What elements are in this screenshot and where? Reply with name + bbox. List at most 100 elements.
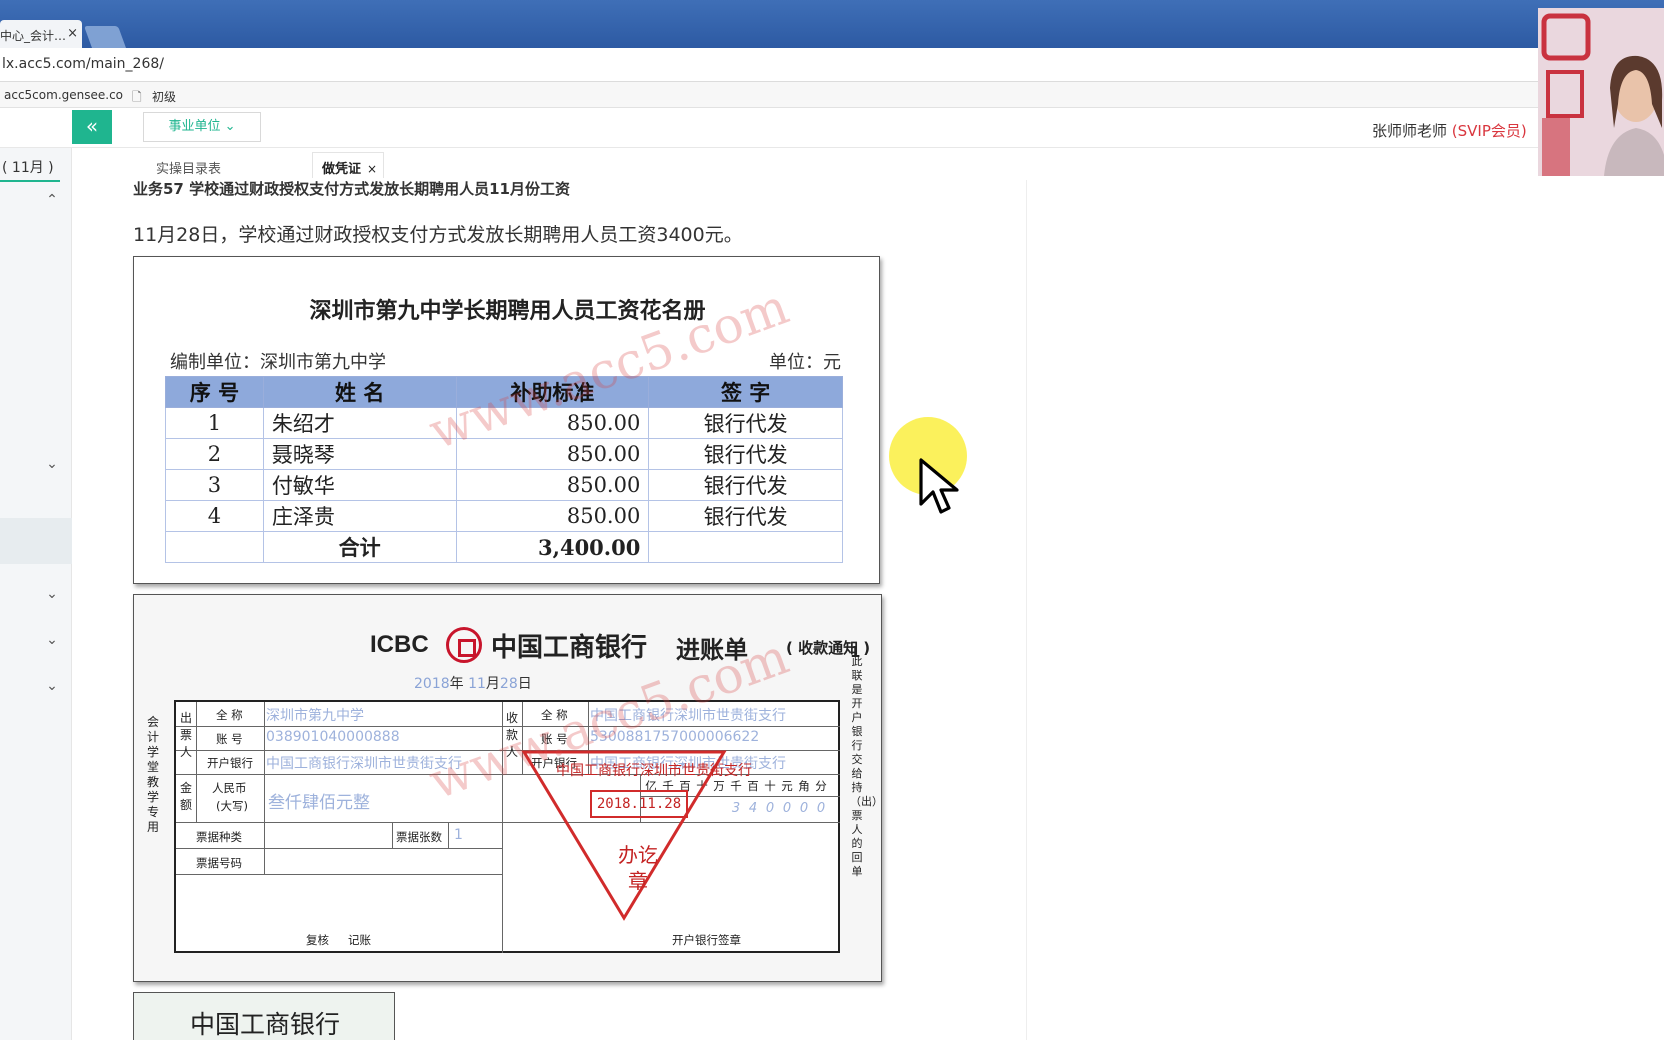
right-side-note: 此联是开户银行交给持（出）票人的回单	[850, 655, 883, 878]
row-amount: 850.00	[455, 407, 650, 439]
total-label: 合计	[262, 531, 457, 563]
slip-name: 进账单	[676, 636, 748, 664]
date-day: 28	[499, 676, 518, 692]
browser-tab[interactable]: 中心_会计… ×	[0, 20, 82, 48]
webcam-video	[1538, 8, 1664, 176]
slip-header: ICBC 中国工商银行 进账单 ( 收款通知 )	[370, 625, 870, 665]
digit-header: 分	[815, 779, 827, 793]
bill-count: 1	[454, 827, 463, 843]
digit-header: 元	[781, 779, 793, 793]
stamp-bank-name: 中国工商银行深圳市世贵街支行	[556, 763, 752, 779]
payee-account-label: 账 号	[541, 732, 568, 746]
new-tab-button[interactable]	[83, 26, 127, 48]
chevron-up-icon[interactable]: ⌃	[44, 192, 60, 208]
icbc-logo-icon	[446, 627, 482, 663]
sidebar-selected-row[interactable]	[0, 518, 72, 564]
left-sidebar: ( 11月 ) ⌃ ⌄ ⌄ ⌄ ⌄	[0, 148, 72, 1040]
tab-make-voucher-label: 做凭证	[322, 162, 362, 177]
bill-type-label: 票据种类	[196, 830, 242, 844]
payroll-title: 深圳市第九中学长期聘用人员工资花名册	[309, 299, 706, 324]
payroll-unit: 单位：元	[769, 352, 841, 373]
row-amount: 850.00	[455, 469, 650, 501]
unit-type-select[interactable]: 事业单位 ⌄	[143, 112, 261, 142]
bill-number-label: 票据号码	[196, 856, 242, 870]
chevron-down-icon[interactable]: ⌄	[44, 456, 60, 472]
collapse-sidebar-button[interactable]: «	[72, 110, 112, 144]
bookmark-gensee[interactable]: acc5com.gensee.co	[4, 88, 123, 102]
page-icon: 🗋	[132, 90, 142, 104]
payer-name: 深圳市第九中学	[266, 708, 364, 724]
amount-digit: 0	[799, 801, 809, 816]
teacher-info: 张师师老师 (SVIP会员)	[1372, 120, 1527, 141]
row-amount: 850.00	[455, 438, 650, 470]
chevron-down-icon[interactable]: ⌄	[44, 632, 60, 648]
tab-close-icon[interactable]: ×	[67, 26, 78, 41]
row-amount: 850.00	[455, 500, 650, 532]
tab-practice-catalog[interactable]: 实操目录表	[156, 158, 221, 177]
table-row: 4 庄泽贵 850.00 银行代发	[165, 500, 843, 532]
row-name: 庄泽贵	[262, 500, 457, 532]
month-label[interactable]: ( 11月 )	[0, 148, 60, 182]
row-no: 1	[165, 407, 264, 439]
vip-badge: (SVIP会员)	[1451, 122, 1527, 140]
next-document: 中国工商银行	[133, 992, 395, 1040]
col-header-no: 序 号	[165, 376, 264, 408]
next-document-title: 中国工商银行	[190, 1010, 341, 1039]
payee-account: 5300881757000006622	[590, 729, 760, 745]
task-title: 业务57 学校通过财政授权支付方式发放长期聘用人员11月份工资	[133, 180, 570, 198]
browser-tab-title: 中心_会计…	[0, 29, 67, 43]
chevron-down-icon[interactable]: ⌄	[44, 678, 60, 694]
date-year: 2018	[414, 676, 450, 692]
digit-header: 百	[747, 779, 759, 793]
bill-count-label: 票据张数	[396, 830, 442, 844]
row-name: 聂晓琴	[262, 438, 457, 470]
table-row: 3 付敏华 850.00 银行代发	[165, 469, 843, 501]
address-bar[interactable]: lx.acc5.com/main_268/	[0, 48, 1540, 82]
browser-titlebar: 中心_会计… ×	[0, 0, 1664, 48]
payee-name: 中国工商银行深圳市世贵街支行	[590, 708, 786, 724]
chevron-down-icon[interactable]: ⌄	[44, 586, 60, 602]
total-empty-cell	[165, 531, 264, 563]
row-sign: 银行代发	[648, 438, 843, 470]
slip-form: 出票人 收款人 金额 全 称 账 号 开户银行 深圳市第九中学 03890104…	[174, 700, 840, 953]
tab-make-voucher[interactable]: 做凭证 ×	[312, 152, 384, 178]
table-row: 1 朱绍才 850.00 银行代发	[165, 407, 843, 439]
url-text[interactable]: lx.acc5.com/main_268/	[2, 56, 164, 72]
review-label: 复核	[306, 933, 329, 947]
day-unit: 日	[517, 676, 532, 692]
total-row: 合计 3,400.00	[165, 531, 843, 563]
date-month: 11	[468, 676, 486, 692]
digit-header: 角	[798, 779, 810, 793]
row-no: 2	[165, 438, 264, 470]
bookmarks-bar: acc5com.gensee.co 🗋 初级	[0, 82, 1540, 108]
bank-deposit-slip: ICBC 中国工商银行 进账单 ( 收款通知 ) 1 2018年 11月28日 …	[133, 594, 883, 982]
payer-group-label: 出票人	[179, 711, 192, 759]
payee-name-label: 全 称	[541, 708, 568, 722]
row-name: 付敏华	[262, 469, 457, 501]
close-icon[interactable]: ×	[367, 162, 377, 176]
left-side-note: 会计学堂教学专用	[146, 715, 159, 834]
amount-digit: 0	[816, 801, 826, 816]
col-header-sign: 签 字	[648, 376, 843, 408]
payroll-table: 序 号 姓 名 补助标准 签 字 1 朱绍才 850.00 银行代发 2 聂晓琴…	[165, 376, 843, 563]
rmb-sub-label: (大写)	[216, 799, 248, 813]
amount-digit: 4	[748, 801, 758, 816]
record-label: 记账	[348, 933, 371, 947]
payroll-register: 深圳市第九中学长期聘用人员工资花名册 编制单位：深圳市第九中学 单位：元 序 号…	[133, 256, 880, 584]
payer-bank-label: 开户银行	[207, 756, 253, 770]
bookmark-junior[interactable]: 初级	[152, 88, 176, 105]
total-sign-cell	[648, 531, 843, 563]
row-no: 4	[165, 500, 264, 532]
payer-account: 038901040000888	[266, 729, 400, 745]
col-header-amount: 补助标准	[455, 376, 650, 408]
stamp-text: 办讫章	[618, 843, 658, 893]
payer-bank: 中国工商银行深圳市世贵街支行	[266, 756, 462, 772]
amount-digit: 0	[782, 801, 792, 816]
slip-date: 2018年 11月28日	[414, 673, 532, 693]
total-amount: 3,400.00	[455, 531, 650, 563]
row-sign: 银行代发	[648, 407, 843, 439]
content-tabs: 实操目录表 做凭证 ×	[72, 150, 1540, 180]
icbc-wordmark: ICBC	[370, 631, 429, 658]
bank-name: 中国工商银行	[491, 633, 648, 663]
digit-header: 十	[764, 779, 776, 793]
